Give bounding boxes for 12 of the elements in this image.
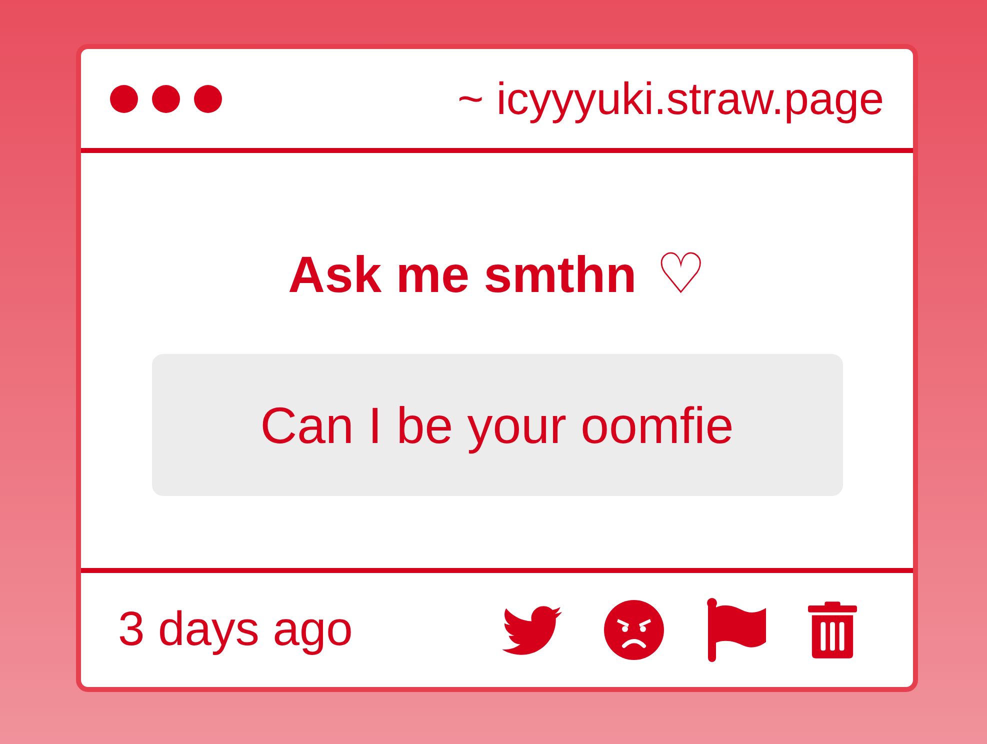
bird-icon[interactable] [502,606,562,654]
timestamp-text: 3 days ago [118,602,353,658]
heart-symbol: ♡ [656,244,706,306]
window-dot-icon [110,84,138,112]
window-dot-icon [152,84,180,112]
window-dot-icon [194,84,222,112]
angry-face-icon[interactable] [604,600,664,660]
flag-icon[interactable] [706,598,766,662]
trash-icon[interactable] [808,601,857,659]
question-message: Can I be your oomfie [152,354,842,496]
url-text: ~ icyyyuki.straw.page [458,72,884,124]
prompt-title: Ask me smthn [288,246,637,304]
